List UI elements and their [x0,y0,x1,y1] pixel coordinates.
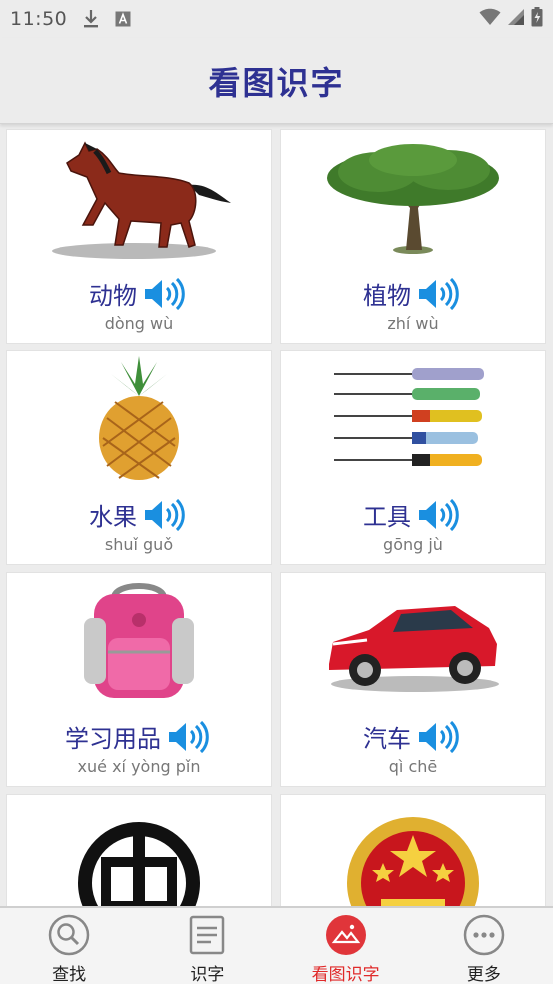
card-label: 水果 [89,503,137,531]
bottom-nav: 查找 识字 看图识字 更多 [0,906,553,984]
document-icon [186,914,228,956]
nav-label: 看图识字 [311,965,380,984]
category-card-plants[interactable]: 植物 zhí wù [280,129,546,344]
category-card-car[interactable]: 汽车 qì chē [280,572,546,787]
card-label-row: 汽车 [281,719,545,754]
category-card-partial-left[interactable] [6,794,272,907]
speaker-icon[interactable] [417,277,463,310]
card-pinyin: gōng jù [383,535,443,554]
card-pinyin: qì chē [388,757,438,776]
nav-item-literacy[interactable]: 识字 [138,908,276,984]
battery-icon [531,7,543,31]
search-icon [48,914,90,956]
speaker-icon[interactable] [143,277,189,310]
category-grid: 动物 dòng wù 植物 zhí wù 水果 shuǐ guǒ 工具 gōng… [0,127,553,907]
app-header: 看图识字 [0,38,553,124]
screwdrivers-image [281,351,545,486]
card-label-row: 动物 [7,276,271,311]
picture-icon [325,914,367,956]
wifi-icon [479,8,501,30]
keyboard-a-icon [115,11,131,27]
category-card-school-supplies[interactable]: 学习用品 xué xí yòng pǐn [6,572,272,787]
more-icon [463,914,505,956]
download-icon [83,9,99,29]
horse-image [7,130,271,265]
card-label: 工具 [363,503,411,531]
status-bar: 11:50 [0,0,553,38]
category-card-tools[interactable]: 工具 gōng jù [280,350,546,565]
card-pinyin: xué xí yòng pǐn [77,757,201,776]
card-label-row: 工具 [281,497,545,532]
nav-item-search[interactable]: 查找 [0,908,138,984]
nav-label: 识字 [190,965,225,984]
card-label: 汽车 [363,725,411,753]
tree-image [281,130,545,265]
card-pinyin: shuǐ guǒ [104,535,174,554]
card-label-row: 植物 [281,276,545,311]
card-label-row: 学习用品 [7,719,271,754]
screen: 11:50 看图识字 动物 dòng wù 植物 zhí wù 水果 shuǐ … [0,0,553,984]
nav-item-picture-literacy[interactable]: 看图识字 [277,908,415,984]
category-card-animals[interactable]: 动物 dòng wù [6,129,272,344]
card-label: 植物 [363,282,411,310]
status-right [479,7,543,31]
speaker-icon[interactable] [417,498,463,531]
speaker-icon[interactable] [167,720,213,753]
backpack-image [7,573,271,708]
national-emblem-image [281,795,545,907]
speaker-icon[interactable] [417,720,463,753]
signal-icon [507,8,525,30]
pineapple-image [7,351,271,486]
category-card-fruit[interactable]: 水果 shuǐ guǒ [6,350,272,565]
speaker-icon[interactable] [143,498,189,531]
card-pinyin: dòng wù [104,314,174,333]
status-time: 11:50 [10,8,68,30]
emblem-logo-image [7,795,271,907]
card-pinyin: zhí wù [387,314,439,333]
page-title: 看图识字 [208,63,345,102]
nav-item-more[interactable]: 更多 [415,908,553,984]
category-card-partial-right[interactable] [280,794,546,907]
nav-label: 查找 [52,965,87,984]
card-label: 动物 [89,282,137,310]
card-label-row: 水果 [7,497,271,532]
nav-label: 更多 [466,965,501,984]
car-image [281,573,545,708]
card-label: 学习用品 [65,725,161,753]
